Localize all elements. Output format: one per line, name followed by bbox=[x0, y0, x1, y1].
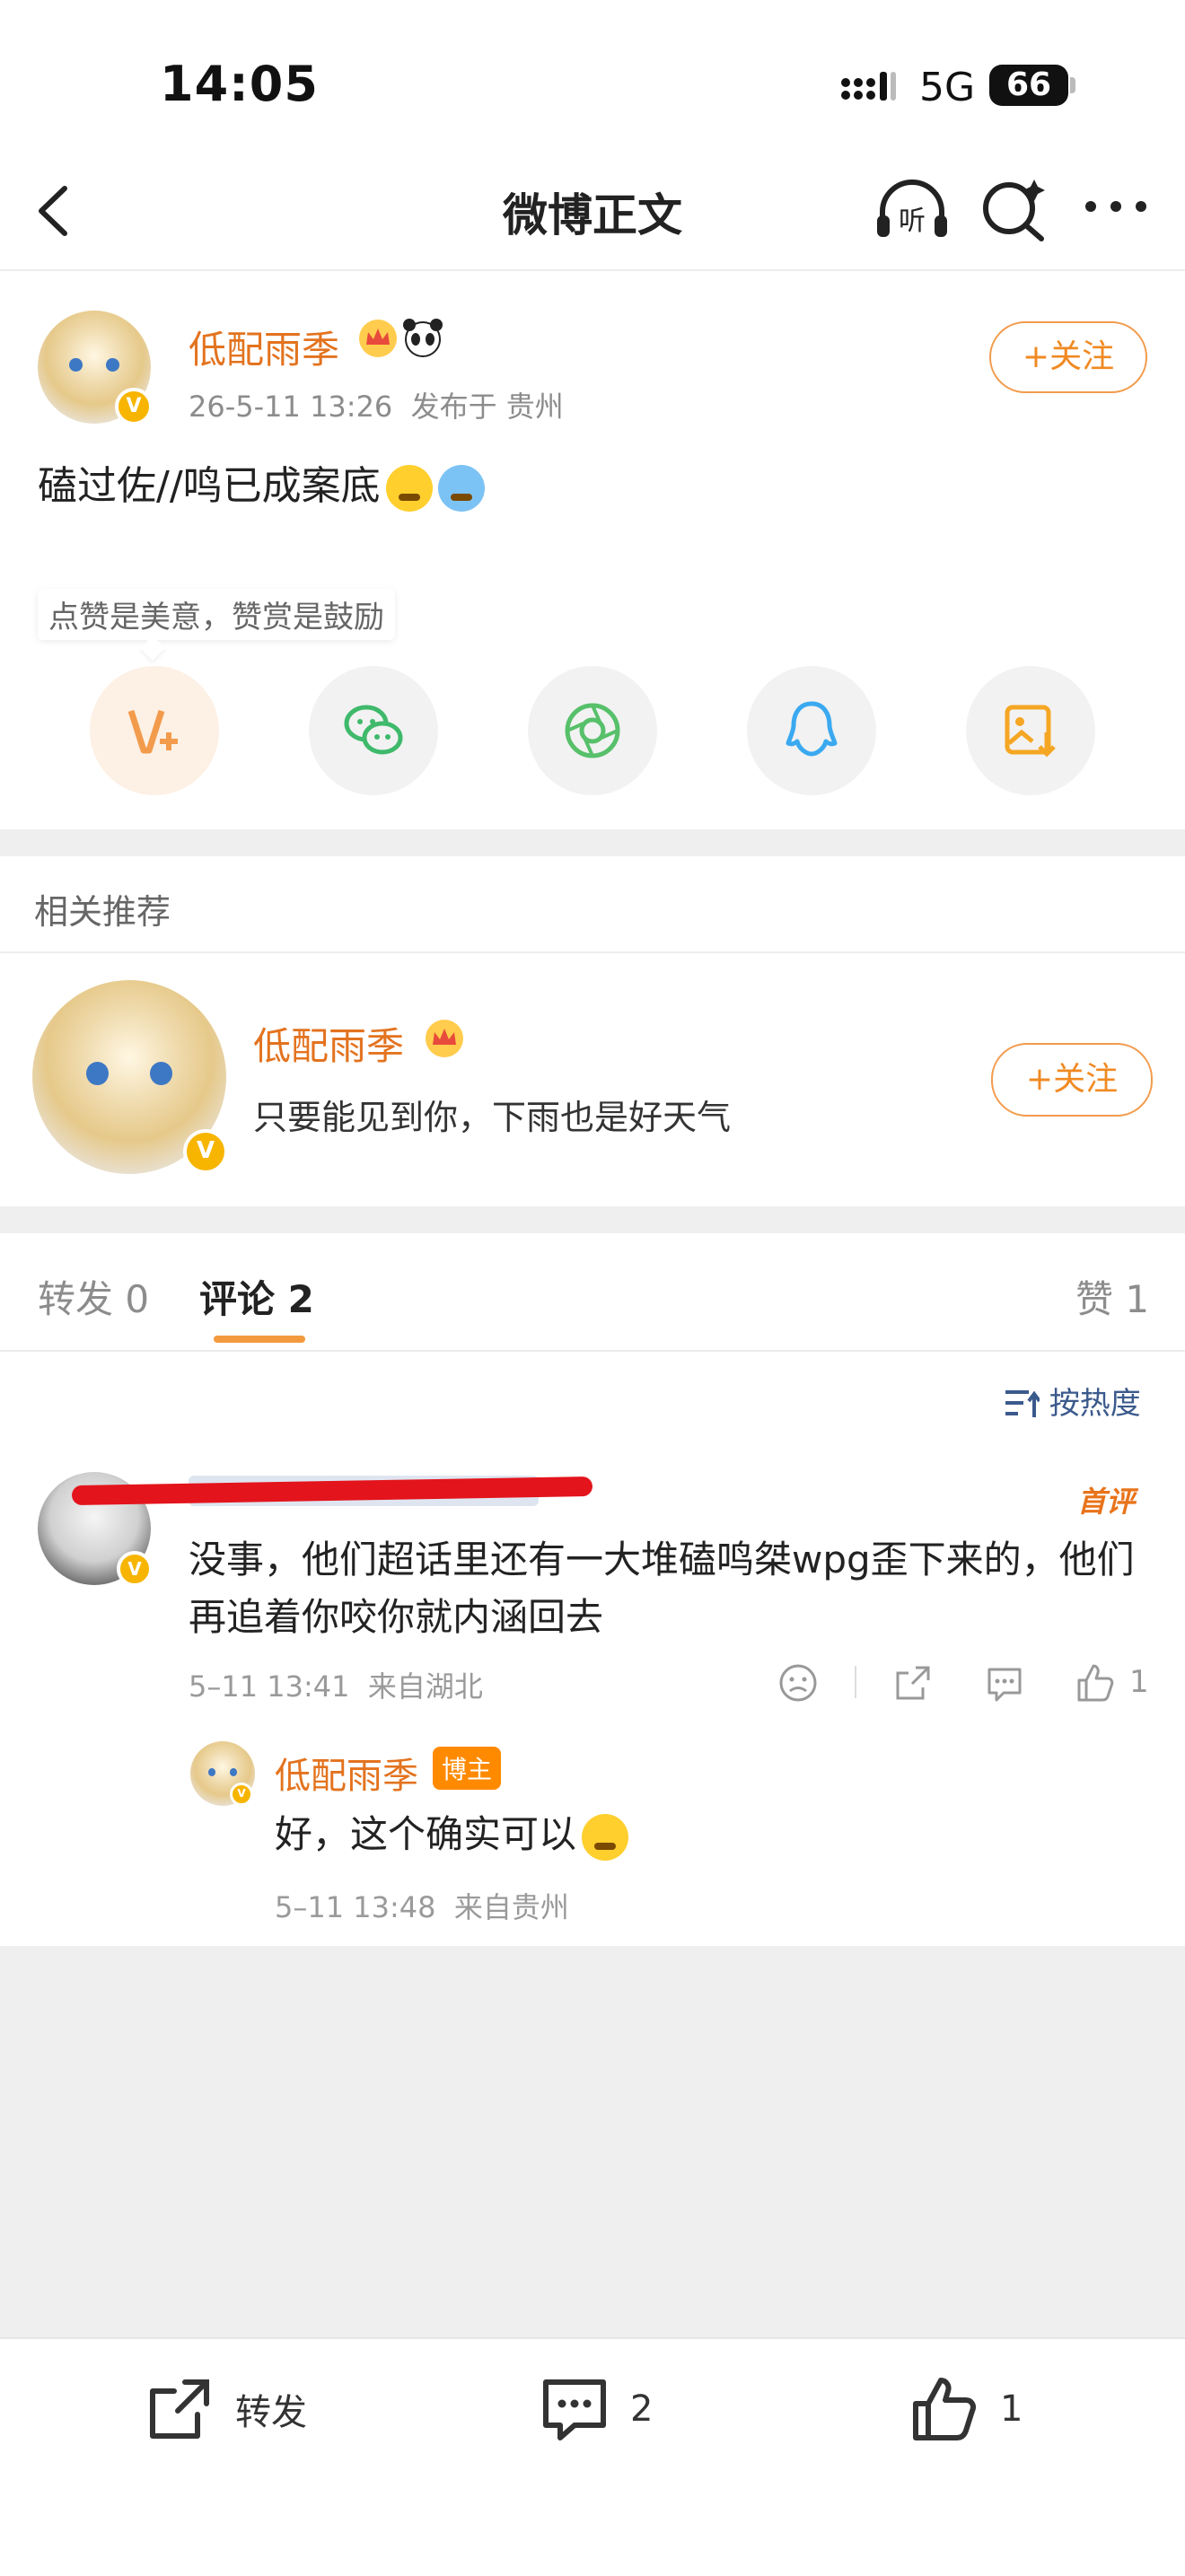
tabs-divider bbox=[0, 1350, 1185, 1352]
tab-underline bbox=[214, 1336, 305, 1343]
comment-text: 没事，他们超话里还有一大堆磕鸣桀wpg歪下来的，他们再追着你咬你就内涵回去 bbox=[189, 1538, 1135, 1639]
listen-label: 听 bbox=[899, 206, 926, 237]
more-icon[interactable] bbox=[1082, 193, 1150, 220]
author-name[interactable]: 低配雨季 bbox=[189, 320, 339, 374]
share-moments-button[interactable] bbox=[528, 666, 657, 795]
battery-icon: 66 bbox=[989, 65, 1068, 106]
author-badge: 博主 bbox=[433, 1747, 502, 1790]
reply-location: 来自贵州 bbox=[453, 1890, 569, 1924]
save-image-button[interactable] bbox=[966, 666, 1095, 795]
repost-button[interactable]: 转发 bbox=[144, 2373, 307, 2445]
first-comment-badge: 首评 bbox=[1077, 1485, 1136, 1519]
verified-badge: V bbox=[115, 388, 153, 425]
like-icon[interactable] bbox=[1074, 1662, 1115, 1704]
recommend-name[interactable]: 低配雨季 bbox=[253, 1016, 404, 1071]
verified-badge: V bbox=[230, 1783, 253, 1806]
reply-author[interactable]: 低配雨季 bbox=[275, 1747, 418, 1799]
crown-badge-icon bbox=[359, 320, 397, 357]
search-icon[interactable] bbox=[979, 178, 1047, 242]
repost-icon bbox=[150, 2379, 209, 2439]
nav-divider bbox=[0, 269, 1185, 271]
comment-meta: 5–11 13:41 来自湖北 bbox=[189, 1664, 483, 1705]
recommend-divider bbox=[0, 951, 1185, 953]
save-image-icon bbox=[1005, 705, 1056, 758]
reply-time: 5–11 13:48 bbox=[275, 1890, 436, 1924]
pleading-emoji-icon bbox=[582, 1813, 629, 1861]
repost-label: 转发 bbox=[235, 2392, 307, 2433]
comment-icon[interactable] bbox=[984, 1662, 1025, 1704]
crown-badge-icon bbox=[426, 1020, 463, 1057]
signal-icon bbox=[841, 72, 896, 101]
post-text: 磕过佐//鸣已成案底 bbox=[38, 463, 381, 509]
section-gap bbox=[0, 829, 1185, 856]
post-time: 26-5-11 13:26 bbox=[189, 390, 393, 424]
reply-meta: 5–11 13:48 来自贵州 bbox=[275, 1885, 569, 1926]
comment-count: 2 bbox=[630, 2388, 654, 2430]
reward-icon bbox=[127, 709, 178, 754]
panda-icon bbox=[403, 319, 443, 357]
recommend-follow-button[interactable]: +关注 bbox=[991, 1043, 1153, 1117]
section-gap bbox=[0, 1206, 1185, 1233]
comment-location: 来自湖北 bbox=[367, 1669, 483, 1704]
comment-time: 5–11 13:41 bbox=[189, 1669, 350, 1704]
network-label: 5G bbox=[919, 65, 976, 110]
crying-emoji-icon bbox=[385, 465, 433, 512]
post-body: 磕过佐//鸣已成案底 bbox=[38, 453, 485, 512]
share-qq-button[interactable] bbox=[747, 666, 876, 795]
battery-tip bbox=[1070, 77, 1075, 93]
headphones-icon: 听 bbox=[877, 180, 947, 237]
listen-button[interactable]: 听 bbox=[875, 178, 949, 242]
sort-label: 按热度 bbox=[1049, 1386, 1141, 1422]
sobbing-emoji-icon bbox=[437, 465, 485, 512]
like-count: 1 bbox=[1000, 2388, 1023, 2430]
post-meta: 26-5-11 13:26 发布于 贵州 bbox=[189, 384, 564, 425]
tab-repost[interactable]: 转发 0 bbox=[38, 1269, 149, 1324]
share-icon[interactable] bbox=[892, 1662, 934, 1704]
empty-area bbox=[0, 1946, 1185, 2337]
recommend-desc: 只要能见到你，下雨也是好天气 bbox=[253, 1098, 732, 1137]
like-button[interactable]: 1 bbox=[908, 2373, 1023, 2445]
follow-button[interactable]: +关注 bbox=[989, 321, 1147, 393]
action-separator bbox=[855, 1666, 856, 1698]
dislike-icon[interactable] bbox=[777, 1662, 819, 1704]
status-time: 14:05 bbox=[160, 56, 319, 112]
tab-comment[interactable]: 评论 2 bbox=[199, 1269, 314, 1324]
sort-button[interactable]: 按热度 bbox=[1004, 1379, 1141, 1423]
post-location: 发布于 贵州 bbox=[410, 390, 564, 424]
sort-icon bbox=[1005, 1390, 1041, 1417]
qq-icon bbox=[786, 701, 838, 757]
reply-body: 好，这个确实可以 bbox=[275, 1804, 629, 1861]
wechat-icon bbox=[344, 705, 403, 755]
recommend-section-title: 相关推荐 bbox=[34, 892, 171, 932]
reward-tip: 点赞是美意，赞赏是鼓励 bbox=[38, 589, 395, 640]
tab-like[interactable]: 赞 1 bbox=[1075, 1269, 1149, 1324]
comment-like-count: 1 bbox=[1129, 1664, 1149, 1700]
comment-button[interactable]: 2 bbox=[539, 2373, 653, 2445]
thumbs-up-icon bbox=[913, 2378, 977, 2440]
verified-badge: V bbox=[183, 1129, 228, 1174]
comment-bubble-icon bbox=[543, 2379, 606, 2440]
moments-icon bbox=[565, 703, 620, 758]
verified-badge: V bbox=[117, 1551, 153, 1587]
reply-text: 好，这个确实可以 bbox=[275, 1812, 577, 1856]
reward-button[interactable] bbox=[90, 666, 219, 795]
share-wechat-button[interactable] bbox=[309, 666, 438, 795]
